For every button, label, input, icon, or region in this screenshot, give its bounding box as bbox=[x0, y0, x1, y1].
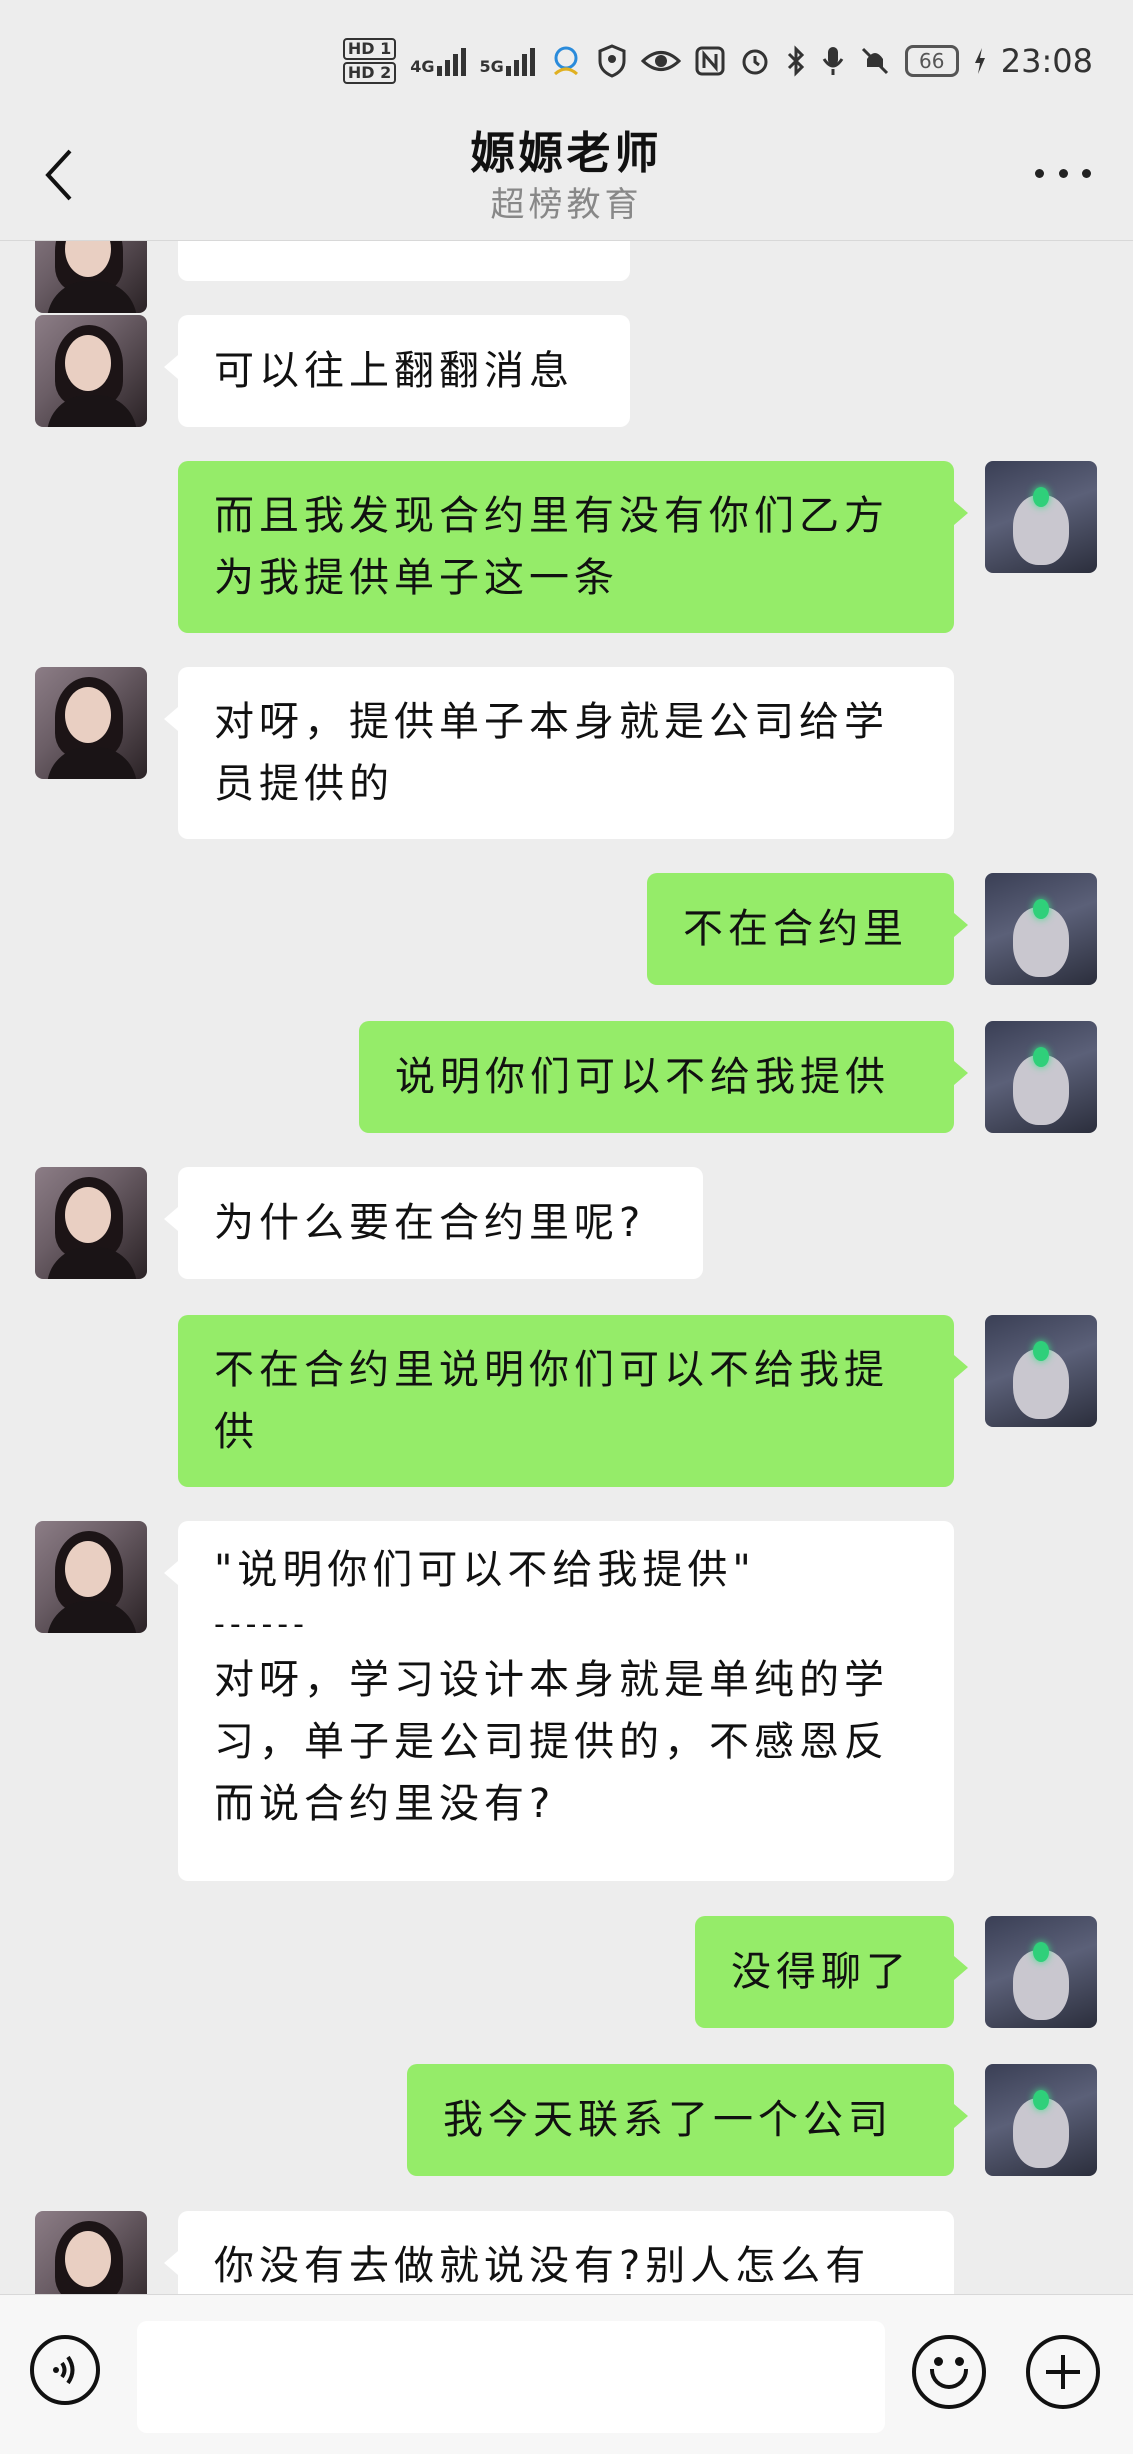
quoted-text: "说明你们可以不给我提供" bbox=[214, 1547, 756, 1593]
signal-icon: 4G bbox=[410, 46, 466, 76]
avatar-me[interactable] bbox=[985, 2064, 1097, 2176]
message-text: 对呀，提供单子本身就是公司给学 bbox=[214, 699, 889, 745]
mute-icon bbox=[861, 47, 888, 75]
avatar-teacher[interactable] bbox=[35, 667, 147, 779]
avatar-me[interactable] bbox=[985, 1315, 1097, 1427]
message-bubble[interactable]: 我今天联系了一个公司 bbox=[407, 2064, 968, 2176]
message-text: 为我提供单子这一条 bbox=[214, 555, 619, 601]
message-bubble[interactable]: 可以往上翻翻消息 bbox=[164, 315, 630, 427]
message-text: 不在合约里说明你们可以不给我提 bbox=[214, 1347, 889, 1393]
hd-indicator: HD 1 HD 2 bbox=[342, 38, 397, 84]
message-text: 为什么要在合约里呢? bbox=[214, 1200, 646, 1246]
quote-separator: ------ bbox=[214, 1607, 309, 1642]
avatar-teacher[interactable] bbox=[35, 241, 147, 313]
more-dots-icon[interactable] bbox=[1035, 163, 1091, 183]
voice-waves-icon bbox=[53, 2355, 75, 2385]
avatar-teacher[interactable] bbox=[35, 1167, 147, 1279]
message-text: 习，单子是公司提供的，不感恩反 bbox=[214, 1719, 889, 1765]
input-bar bbox=[0, 2294, 1133, 2454]
avatar-teacher[interactable] bbox=[35, 1521, 147, 1633]
message-bubble[interactable]: 而且我发现合约里有没有你们乙方 为我提供单子这一条 bbox=[178, 461, 968, 633]
clock: 23:08 bbox=[1000, 42, 1093, 80]
message-text: 供 bbox=[214, 1409, 259, 1455]
chat-subtitle: 超榜教育 bbox=[490, 185, 643, 225]
signal-icon-2: 5G bbox=[480, 46, 535, 76]
message-bubble[interactable]: 没得聊了 bbox=[695, 1916, 968, 2028]
message-bubble[interactable]: 对呀，提供单子本身就是公司给学 员提供的 bbox=[164, 667, 954, 839]
status-bar: HD 1 HD 2 4G 5G 66 23:08 bbox=[0, 0, 1133, 120]
message-text: 你没有去做就说没有?别人怎么有 bbox=[214, 2243, 871, 2289]
message-bubble[interactable]: 不在合约里 bbox=[647, 873, 968, 985]
shield-icon bbox=[598, 44, 626, 78]
status-icons: HD 1 HD 2 4G 5G 66 23:08 bbox=[342, 36, 1093, 86]
eye-icon bbox=[640, 51, 681, 71]
message-text: 我今天联系了一个公司 bbox=[443, 2097, 893, 2143]
message-text: 而说合约里没有? bbox=[214, 1781, 556, 1827]
avatar-me[interactable] bbox=[985, 873, 1097, 985]
message-bubble[interactable]: 你没有去做就说没有?别人怎么有 bbox=[164, 2211, 954, 2294]
mic-icon bbox=[822, 47, 844, 75]
charging-icon bbox=[974, 48, 985, 74]
message-text: 没得聊了 bbox=[731, 1949, 911, 1995]
bluetooth-icon bbox=[787, 45, 804, 77]
message-bubble-quote[interactable]: "说明你们可以不给我提供" ------ 对呀，学习设计本身就是单纯的学 习，单… bbox=[164, 1521, 954, 1881]
chat-area[interactable]: 可以往上翻翻消息 而且我发现合约里有没有你们乙方 为我提供单子这一条 对呀，提供… bbox=[0, 241, 1133, 2294]
emoji-icon[interactable] bbox=[912, 2335, 986, 2409]
avatar-teacher[interactable] bbox=[35, 315, 147, 427]
voice-icon[interactable] bbox=[30, 2335, 100, 2405]
message-input[interactable] bbox=[137, 2321, 885, 2433]
alarm-icon bbox=[742, 49, 768, 75]
message-text: 说明你们可以不给我提供 bbox=[395, 1054, 890, 1100]
message-bubble[interactable]: 为什么要在合约里呢? bbox=[164, 1167, 703, 1279]
message-bubble[interactable]: 不在合约里说明你们可以不给我提 供 bbox=[178, 1315, 968, 1487]
avatar-me[interactable] bbox=[985, 1916, 1097, 2028]
chat-title: 嫄嫄老师 bbox=[470, 128, 663, 179]
message-text: 而且我发现合约里有没有你们乙方 bbox=[214, 493, 889, 539]
nfc-icon bbox=[695, 46, 725, 76]
battery-indicator: 66 bbox=[904, 45, 959, 77]
message-text: 可以往上翻翻消息 bbox=[214, 348, 574, 394]
hd1-label: HD 1 bbox=[342, 38, 397, 60]
avatar-me[interactable] bbox=[985, 461, 1097, 573]
message-text: 不在合约里 bbox=[683, 906, 908, 952]
chat-header: 嫄嫄老师 超榜教育 bbox=[0, 115, 1133, 240]
hd2-label: HD 2 bbox=[342, 62, 397, 84]
avatar-me[interactable] bbox=[985, 1021, 1097, 1133]
contact-app-icon bbox=[553, 46, 578, 76]
message-text: 对呀，学习设计本身就是单纯的学 bbox=[214, 1657, 889, 1703]
avatar-teacher[interactable] bbox=[35, 2211, 147, 2294]
plus-icon[interactable] bbox=[1026, 2335, 1100, 2409]
message-bubble[interactable]: 说明你们可以不给我提供 bbox=[359, 1021, 968, 1133]
message-bubble-partial[interactable] bbox=[178, 241, 630, 281]
message-text: 员提供的 bbox=[214, 761, 394, 807]
